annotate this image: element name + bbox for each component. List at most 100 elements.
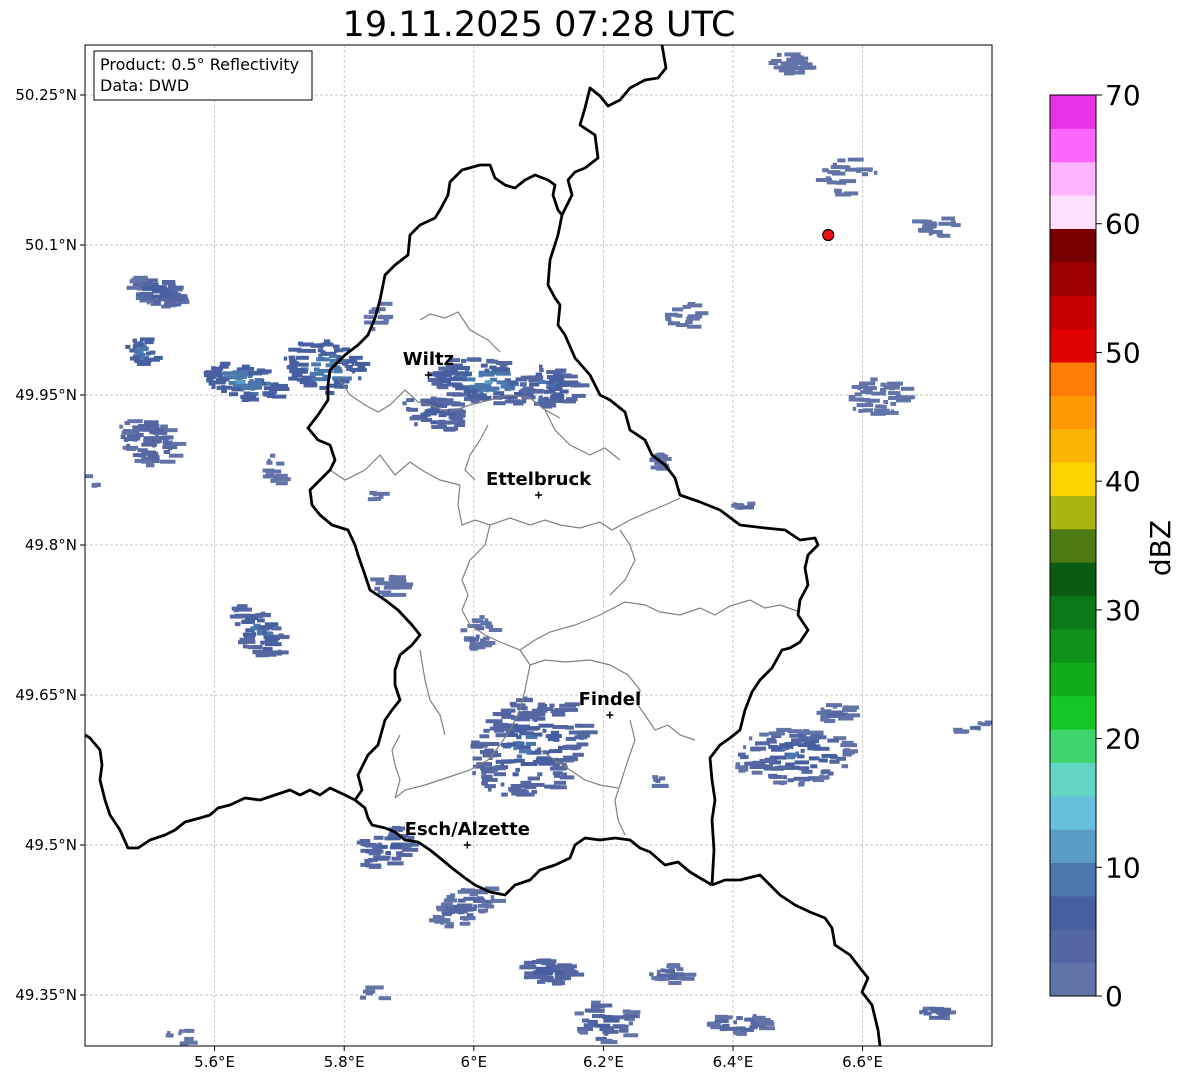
echo-pixel	[481, 774, 493, 779]
echo-pixel	[820, 717, 830, 722]
echo-pixel	[858, 409, 863, 413]
echo-pixel	[167, 1031, 171, 1035]
echo-pixel	[841, 764, 849, 769]
echo-pixel	[797, 754, 805, 759]
echo-pixel	[821, 753, 837, 758]
echo-pixel	[309, 371, 325, 376]
echo-pixel	[154, 426, 160, 431]
echo-pixel	[921, 1009, 928, 1014]
echo-pixel	[533, 732, 543, 737]
echo-pixel	[241, 370, 248, 374]
echo-pixel	[267, 458, 271, 463]
echo-pixel	[820, 707, 825, 712]
colorbar-segment	[1050, 395, 1096, 430]
echo-pixel	[480, 363, 488, 368]
echo-pixel	[164, 440, 173, 445]
y-tick-label: 49.65°N	[15, 686, 77, 704]
echo-pixel	[436, 375, 447, 380]
echo-pixel	[941, 216, 955, 221]
echo-pixel	[437, 385, 449, 390]
echo-pixel	[484, 380, 493, 385]
echo-pixel	[496, 380, 509, 385]
echo-pixel	[801, 769, 813, 774]
echo-pixel	[342, 361, 347, 366]
echo-pixel	[544, 396, 549, 401]
echo-pixel	[725, 1026, 738, 1031]
echo-pixel	[468, 916, 476, 921]
echo-pixel	[515, 767, 520, 772]
y-tick-label: 50.1°N	[25, 236, 77, 254]
echo-pixel	[818, 758, 828, 763]
echo-pixel	[628, 1021, 633, 1026]
echo-pixel	[257, 370, 269, 375]
echo-pixel	[759, 759, 776, 763]
echo-pixel	[551, 712, 566, 717]
echo-pixel	[307, 349, 316, 353]
echo-pixel	[471, 618, 480, 623]
echo-pixel	[859, 381, 876, 386]
echo-pixel	[888, 391, 901, 396]
echo-pixel	[809, 776, 815, 781]
echo-pixel	[132, 338, 137, 343]
echo-pixel	[892, 382, 899, 387]
echo-pixel	[624, 1016, 629, 1021]
echo-pixel	[184, 1036, 194, 1041]
colorbar-segment	[1050, 128, 1096, 163]
echo-pixel	[499, 723, 506, 728]
echo-pixel	[665, 316, 670, 321]
echo-pixel	[125, 344, 131, 349]
echo-pixel	[484, 784, 496, 789]
echo-pixel	[516, 745, 531, 750]
echo-pixel	[576, 733, 590, 738]
echo-pixel	[537, 772, 543, 777]
echo-pixel	[449, 377, 467, 382]
echo-pixel	[276, 461, 285, 466]
colorbar-tick-label: 20	[1105, 723, 1141, 756]
echo-pixel	[497, 712, 504, 717]
echo-pixel	[747, 501, 756, 506]
echo-pixel	[735, 1031, 742, 1036]
echo-pixel	[164, 302, 177, 307]
echo-pixel	[490, 895, 495, 900]
echo-pixel	[883, 400, 889, 404]
echo-pixel	[760, 1019, 774, 1024]
echo-pixel	[383, 585, 400, 590]
echo-pixel	[162, 289, 170, 294]
echo-pixel	[139, 337, 155, 342]
echo-pixel	[559, 703, 576, 708]
echo-pixel	[231, 606, 240, 611]
echo-pixel	[472, 756, 482, 761]
echo-pixel	[238, 604, 248, 609]
echo-pixel	[242, 619, 255, 624]
echo-pixel	[235, 380, 246, 384]
colorbar-tick-label: 60	[1105, 208, 1141, 241]
echo-pixel	[787, 778, 794, 783]
echo-pixel	[918, 227, 934, 232]
echo-pixel	[743, 745, 747, 750]
info-box: Product: 0.5° Reflectivity Data: DWD	[93, 50, 313, 101]
echo-pixel	[472, 771, 476, 776]
echo-pixel	[143, 450, 156, 455]
echo-pixel	[556, 976, 566, 981]
echo-pixel	[436, 907, 447, 912]
echo-pixel	[216, 377, 229, 382]
echo-pixel	[875, 404, 884, 409]
echo-pixel	[288, 355, 296, 360]
echo-pixel	[546, 375, 564, 380]
echo-pixel	[527, 389, 544, 394]
x-tick-label: 6.6°E	[842, 1053, 883, 1071]
echo-pixel	[260, 640, 265, 645]
echo-pixel	[835, 192, 852, 197]
echo-pixel	[247, 366, 252, 371]
echo-pixel	[270, 479, 276, 483]
echo-pixel	[551, 394, 565, 398]
echo-pixel	[179, 1029, 184, 1034]
echo-pixel	[256, 630, 263, 635]
echo-pixel	[454, 423, 466, 427]
echo-pixel	[531, 709, 540, 714]
echo-pixel	[565, 976, 571, 981]
echo-pixel	[289, 359, 297, 364]
echo-pixel	[672, 307, 684, 312]
echo-pixel	[123, 437, 129, 442]
colorbar-label: dBZ	[1144, 520, 1177, 576]
